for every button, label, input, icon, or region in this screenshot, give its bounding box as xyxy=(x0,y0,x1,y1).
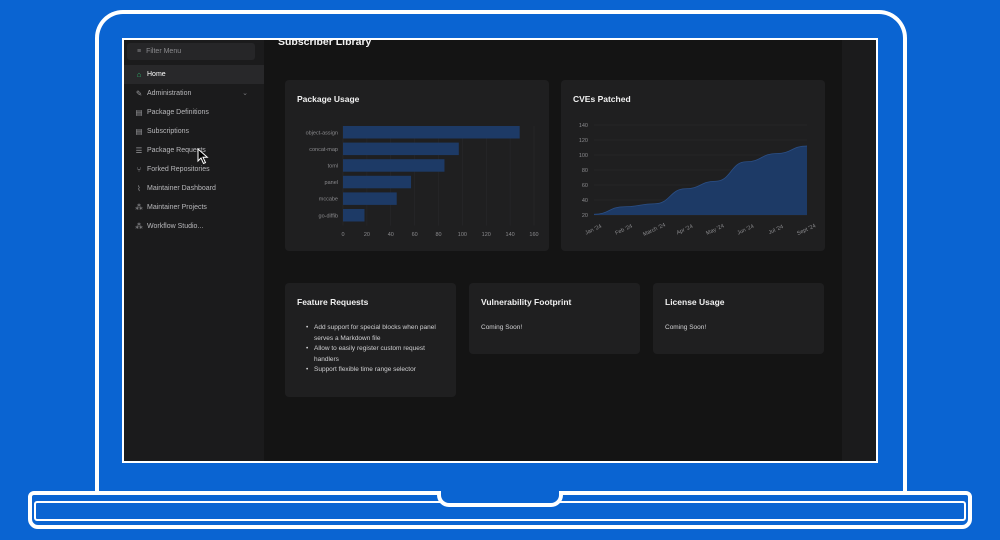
x-tick-label: 120 xyxy=(482,232,491,238)
filter-icon: ≡ xyxy=(137,48,142,55)
sidebar-item-label: Administration xyxy=(147,90,192,97)
file-icon: ▤ xyxy=(135,127,143,136)
x-tick-label: Jul '24 xyxy=(768,224,785,236)
chart-icon: ⌇ xyxy=(137,184,141,193)
y-tick-label: object-assign xyxy=(306,130,338,136)
list-item: Add support for special blocks when pane… xyxy=(306,323,446,344)
cves-patched-chart: 20 40 60 80 100 120 140 Jan '24 Feb '24 March '24… xyxy=(579,123,817,238)
sidebar-item-label: Forked Repositories xyxy=(147,166,210,173)
y-tick-label: toml xyxy=(328,163,338,169)
card-title: Feature Requests xyxy=(297,297,369,307)
sidebar-item-maintainer-dashboard[interactable]: ⌇ Maintainer Dashboard xyxy=(124,179,264,198)
feature-list: Add support for special blocks when pane… xyxy=(306,323,446,376)
sidebar-item-package-definitions[interactable]: ▤ Package Definitions xyxy=(124,103,264,122)
sidebar-item-label: Maintainer Dashboard xyxy=(147,185,216,192)
sidebar-item-subscriptions[interactable]: ▤ Subscriptions xyxy=(124,122,264,141)
y-tick-label: 40 xyxy=(582,198,588,204)
y-tick-label: concat-map xyxy=(309,147,338,153)
y-tick-label: 120 xyxy=(579,138,588,144)
coming-soon-text: Coming Soon! xyxy=(481,324,523,331)
vulnerability-footprint-card: Vulnerability Footprint Coming Soon! xyxy=(469,283,640,354)
feature-requests-card: Feature Requests Add support for special… xyxy=(285,283,456,397)
filter-placeholder: Filter Menu xyxy=(146,48,182,55)
main-content: Subscriber Library Package Usage 0 20 40 60… xyxy=(264,40,842,461)
projects-icon: ⁂ xyxy=(135,203,143,212)
right-panel xyxy=(842,40,876,461)
area-series xyxy=(594,146,807,215)
x-tick-label: 80 xyxy=(435,232,441,238)
y-tick-label: go-diffib xyxy=(319,213,338,219)
bar xyxy=(343,142,459,156)
sidebar-item-workflow-studio[interactable]: ⁂ Workflow Studio... xyxy=(124,217,264,236)
x-tick-label: 160 xyxy=(529,232,538,238)
x-tick-label: Jun '24 xyxy=(736,224,754,237)
sidebar-item-home[interactable]: ⌂ Home xyxy=(124,65,264,84)
bar xyxy=(343,209,365,222)
x-tick-label: Feb '24 xyxy=(614,224,633,237)
x-tick-label: Sept '24 xyxy=(796,223,817,237)
bar xyxy=(343,159,445,172)
bar xyxy=(343,175,412,189)
workflow-icon: ⁂ xyxy=(135,222,143,231)
x-tick-label: 60 xyxy=(412,232,418,238)
sidebar-item-label: Subscriptions xyxy=(147,128,190,135)
mouse-cursor-icon xyxy=(197,148,209,165)
y-tick-label: 140 xyxy=(579,123,588,129)
x-tick-label: May '24 xyxy=(705,223,725,237)
laptop-notch xyxy=(437,491,563,507)
y-tick-label: mccabe xyxy=(319,197,338,203)
package-usage-card: Package Usage 0 20 40 60 80 100 120 140 160 objec… xyxy=(285,80,549,251)
x-tick-label: 100 xyxy=(458,232,467,238)
y-tick-label: 20 xyxy=(582,213,588,219)
sidebar-item-label: Workflow Studio... xyxy=(147,223,204,230)
sidebar-item-label: Maintainer Projects xyxy=(147,204,207,211)
y-tick-label: 60 xyxy=(582,183,588,189)
y-tick-label: panel xyxy=(325,180,338,186)
sidebar-item-label: Package Definitions xyxy=(147,109,209,116)
bar xyxy=(343,192,397,205)
sidebar-item-package-requests[interactable]: ☰ Package Requests xyxy=(124,141,264,160)
x-tick-label: 140 xyxy=(506,232,515,238)
x-tick-label: March '24 xyxy=(642,222,666,238)
list-item: Support flexible time range selector xyxy=(306,365,446,376)
sidebar-nav: ⌂ Home ✎ Administration ⌄ ▤ Package Definition… xyxy=(124,65,264,236)
sidebar-item-forked-repositories[interactable]: ⑂ Forked Repositories xyxy=(124,160,264,179)
y-tick-label: 80 xyxy=(582,168,588,174)
file-icon: ▤ xyxy=(135,108,143,117)
chevron-down-icon[interactable]: ⌄ xyxy=(242,84,248,103)
x-tick-label: 40 xyxy=(388,232,394,238)
cves-patched-card: CVEs Patched 20 40 60 80 100 120 140 Jan '24 Feb… xyxy=(561,80,825,251)
bar xyxy=(343,126,520,139)
list-item: Allow to easily register custom request … xyxy=(306,344,446,365)
x-tick-label: Apr '24 xyxy=(676,224,694,237)
app-screen: ≡ Filter Menu ⌂ Home ✎ Administration ⌄ ▤ Packa… xyxy=(122,38,878,463)
page-title: Subscriber Library xyxy=(278,38,372,48)
sidebar-item-administration[interactable]: ✎ Administration ⌄ xyxy=(124,84,264,103)
license-usage-card: License Usage Coming Soon! xyxy=(653,283,824,354)
x-tick-label: 0 xyxy=(341,232,344,238)
list-icon: ☰ xyxy=(135,146,143,155)
sidebar-item-maintainer-projects[interactable]: ⁂ Maintainer Projects xyxy=(124,198,264,217)
package-usage-chart: 0 20 40 60 80 100 120 140 160 object-assign concat… xyxy=(306,126,539,238)
fork-icon: ⑂ xyxy=(136,165,142,174)
x-tick-label: Jan '24 xyxy=(584,224,602,237)
wrench-icon: ✎ xyxy=(135,89,143,98)
card-title: License Usage xyxy=(665,297,725,307)
sidebar: ≡ Filter Menu ⌂ Home ✎ Administration ⌄ ▤ Packa… xyxy=(124,40,264,461)
filter-menu-input[interactable]: ≡ Filter Menu xyxy=(127,43,255,60)
card-title: Vulnerability Footprint xyxy=(481,297,572,307)
coming-soon-text: Coming Soon! xyxy=(665,324,707,331)
y-tick-label: 100 xyxy=(579,153,588,159)
x-tick-label: 20 xyxy=(364,232,370,238)
sidebar-item-label: Home xyxy=(147,71,166,78)
home-icon: ⌂ xyxy=(136,70,142,79)
